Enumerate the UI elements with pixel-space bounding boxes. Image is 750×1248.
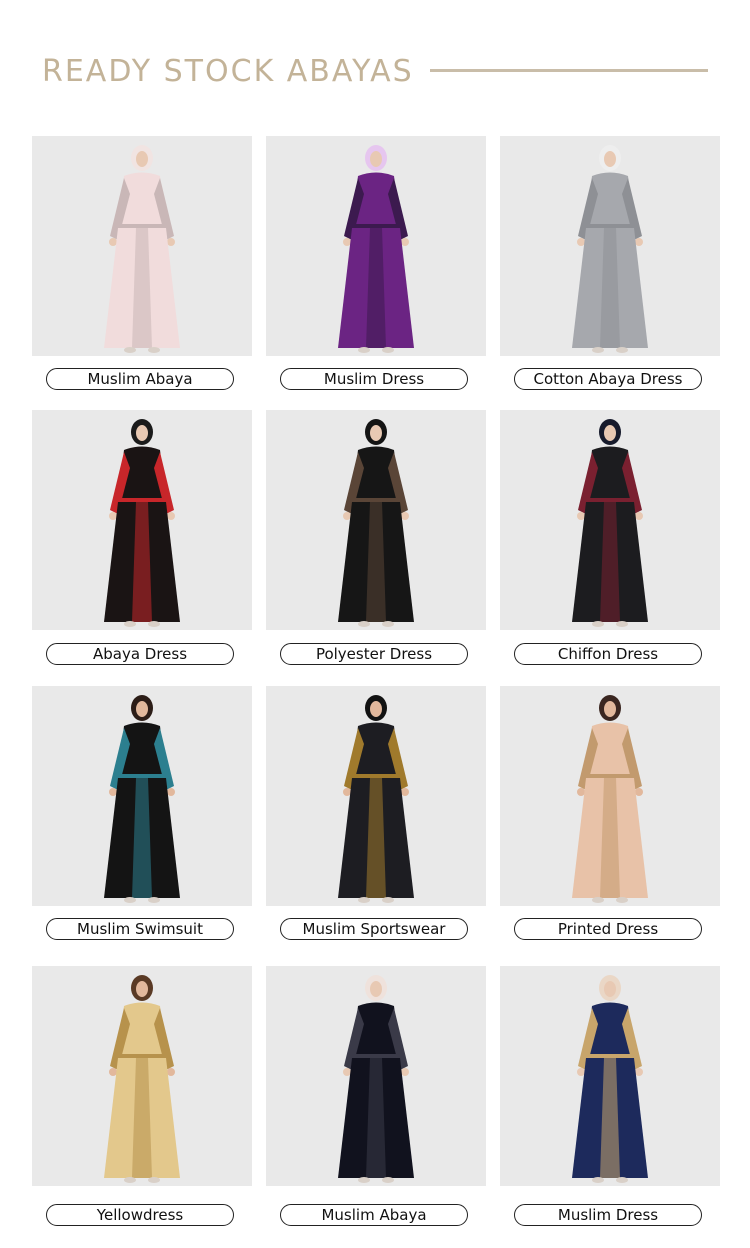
product-photo-illustration — [500, 136, 720, 356]
product-image[interactable] — [266, 686, 486, 906]
product-image[interactable] — [266, 410, 486, 630]
title-divider — [430, 69, 708, 72]
product-label-button[interactable]: Abaya Dress — [46, 643, 234, 665]
product-image[interactable] — [32, 136, 252, 356]
product-label-button[interactable]: Muslim Sportswear — [280, 918, 468, 940]
product-photo-illustration — [32, 136, 252, 356]
product-image[interactable] — [32, 410, 252, 630]
product-label-button[interactable]: Muslim Swimsuit — [46, 918, 234, 940]
product-label-button[interactable]: Muslim Dress — [280, 368, 468, 390]
product-label-button[interactable]: Muslim Abaya — [46, 368, 234, 390]
product-image[interactable] — [500, 686, 720, 906]
section-header: READY STOCK ABAYAS — [42, 52, 712, 92]
product-photo-illustration — [32, 410, 252, 630]
product-label-button[interactable]: Muslim Dress — [514, 1204, 702, 1226]
product-photo-illustration — [500, 410, 720, 630]
product-label-button[interactable]: Polyester Dress — [280, 643, 468, 665]
product-label-button[interactable]: Cotton Abaya Dress — [514, 368, 702, 390]
product-photo-illustration — [32, 686, 252, 906]
product-label-button[interactable]: Muslim Abaya — [280, 1204, 468, 1226]
product-photo-illustration — [266, 136, 486, 356]
product-photo-illustration — [266, 686, 486, 906]
product-image[interactable] — [32, 966, 252, 1186]
section-title: READY STOCK ABAYAS — [42, 54, 414, 89]
product-image[interactable] — [266, 966, 486, 1186]
product-photo-illustration — [500, 966, 720, 1186]
product-image[interactable] — [500, 966, 720, 1186]
product-image[interactable] — [500, 410, 720, 630]
product-image[interactable] — [32, 686, 252, 906]
product-label-button[interactable]: Yellowdress — [46, 1204, 234, 1226]
product-photo-illustration — [266, 966, 486, 1186]
product-photo-illustration — [500, 686, 720, 906]
product-image[interactable] — [266, 136, 486, 356]
product-label-button[interactable]: Chiffon Dress — [514, 643, 702, 665]
product-photo-illustration — [32, 966, 252, 1186]
product-label-button[interactable]: Printed Dress — [514, 918, 702, 940]
product-image[interactable] — [500, 136, 720, 356]
product-photo-illustration — [266, 410, 486, 630]
